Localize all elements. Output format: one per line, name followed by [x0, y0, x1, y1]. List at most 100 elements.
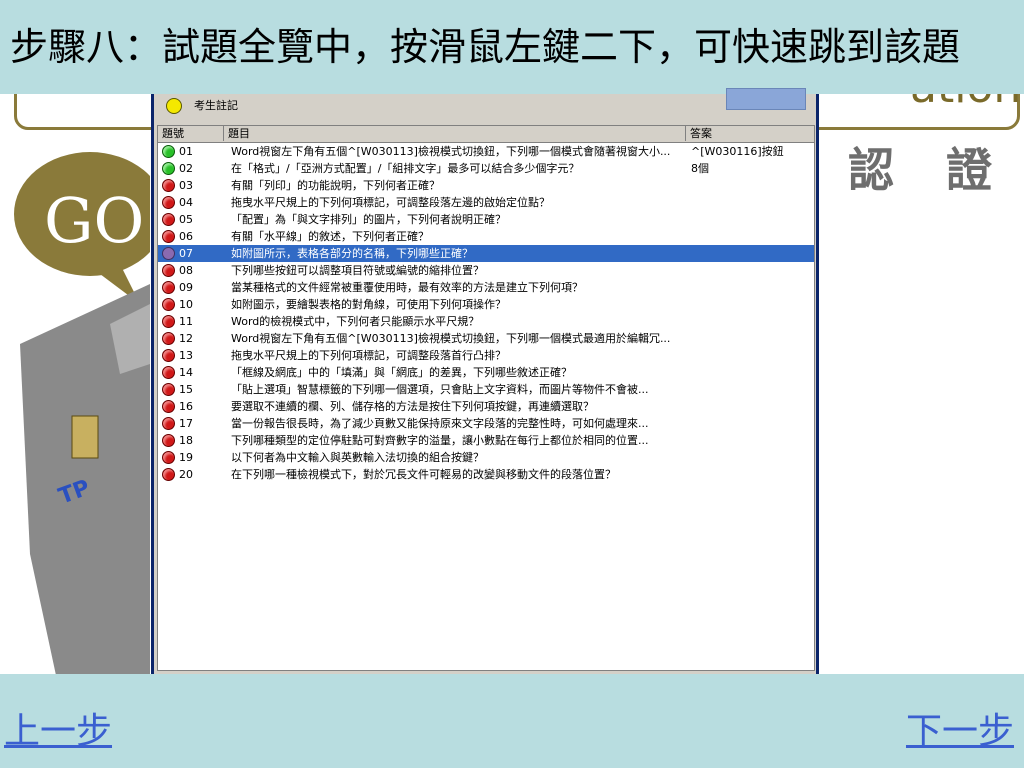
next-step-link[interactable]: 下一步	[906, 702, 1014, 754]
question-text: 下列哪種類型的定位停駐點可對齊數字的溢量，讓小數點在每行上都位於相同的位置...	[231, 434, 649, 447]
question-text: Word視窗左下角有五個^[W030113]檢視模式切換鈕，下列哪一個模式會隨著…	[231, 145, 671, 158]
question-number: 17	[179, 417, 193, 430]
question-text: 當一份報告很長時，為了減少頁數又能保持原來文字段落的完整性時，可如何處理來...	[231, 417, 649, 430]
question-number: 12	[179, 332, 193, 345]
status-green-icon	[162, 145, 175, 158]
status-red-icon	[162, 230, 175, 243]
question-row[interactable]: 08 下列哪些按鈕可以調整項目符號或編號的縮排位置？	[158, 262, 814, 279]
list-header: 題號 題目 答案	[158, 126, 814, 143]
question-number: 15	[179, 383, 193, 396]
question-number: 07	[179, 247, 193, 260]
navigation-band: 上一步 下一步	[0, 674, 1024, 768]
question-text: 如附圖所示，表格各部分的名稱，下列哪些正確？	[231, 247, 473, 260]
question-number: 01	[179, 145, 193, 158]
question-row[interactable]: 16 要選取不連續的欄、列、儲存格的方法是按住下列何項按鍵，再連續選取？	[158, 398, 814, 415]
question-text: 有關「水平線」的敘述，下列何者正確？	[231, 230, 429, 243]
question-row[interactable]: 11 Word的檢視模式中，下列何者只能顯示水平尺規？	[158, 313, 814, 330]
question-list[interactable]: 題號 題目 答案 01 Word視窗左下角有五個^[W030113]檢視模式切換鈕…	[157, 125, 815, 671]
status-red-icon	[162, 264, 175, 277]
column-header-answer[interactable]: 答案	[686, 126, 814, 141]
toolbar-button[interactable]	[726, 88, 806, 110]
question-row[interactable]: 10 如附圖示，要繪製表格的對角線，可使用下列何項操作？	[158, 296, 814, 313]
status-green-icon	[162, 162, 175, 175]
status-purple-icon	[162, 247, 175, 260]
question-number: 06	[179, 230, 193, 243]
question-text: 有關「列印」的功能說明，下列何者正確？	[231, 179, 440, 192]
status-red-icon	[162, 451, 175, 464]
status-red-icon	[162, 315, 175, 328]
question-number: 11	[179, 315, 193, 328]
question-number: 05	[179, 213, 193, 226]
question-number: 03	[179, 179, 193, 192]
question-row[interactable]: 06 有關「水平線」的敘述，下列何者正確？	[158, 228, 814, 245]
question-number: 16	[179, 400, 193, 413]
question-number: 10	[179, 298, 193, 311]
certification-text: 認 證	[848, 143, 1011, 197]
candidate-note-icon[interactable]	[166, 98, 182, 114]
status-red-icon	[162, 400, 175, 413]
question-text: 「框線及網底」中的「填滿」與「網底」的差異，下列哪些敘述正確？	[231, 366, 572, 379]
status-red-icon	[162, 383, 175, 396]
question-rows: 01 Word視窗左下角有五個^[W030113]檢視模式切換鈕，下列哪一個模式會…	[158, 143, 814, 483]
status-red-icon	[162, 349, 175, 362]
candidate-note-label: 考生註記	[194, 99, 238, 112]
status-red-icon	[162, 179, 175, 192]
status-red-icon	[162, 213, 175, 226]
question-text: Word的檢視模式中，下列何者只能顯示水平尺規？	[231, 315, 480, 328]
question-row[interactable]: 02 在「格式」/「亞洲方式配置」/「組排文字」最多可以結合多少個字元？ 8個	[158, 160, 814, 177]
status-red-icon	[162, 366, 175, 379]
title-band: 步驟八：試題全覽中，按滑鼠左鍵二下，可快速跳到該題	[0, 0, 1024, 94]
question-number: 04	[179, 196, 193, 209]
question-number: 13	[179, 349, 193, 362]
question-text: 拖曳水平尺規上的下列何項標記，可調整段落左邊的啟始定位點？	[231, 196, 550, 209]
exam-overview-window: 考生註記 題號 題目 答案 01 Word視窗左下角有五個^[W030113]檢視…	[151, 88, 819, 674]
status-red-icon	[162, 434, 175, 447]
question-row[interactable]: 04 拖曳水平尺規上的下列何項標記，可調整段落左邊的啟始定位點？	[158, 194, 814, 211]
toolbar: 考生註記	[154, 88, 816, 122]
question-text: 如附圖示，要繪製表格的對角線，可使用下列何項操作？	[231, 298, 506, 311]
column-header-question[interactable]: 題目	[224, 126, 686, 141]
status-red-icon	[162, 298, 175, 311]
question-text: 在「格式」/「亞洲方式配置」/「組排文字」最多可以結合多少個字元？	[231, 162, 580, 175]
status-red-icon	[162, 281, 175, 294]
question-number: 19	[179, 451, 193, 464]
background-top-right-banner: ation	[820, 94, 1020, 124]
status-red-icon	[162, 332, 175, 345]
status-red-icon	[162, 417, 175, 430]
question-row[interactable]: 01 Word視窗左下角有五個^[W030113]檢視模式切換鈕，下列哪一個模式會…	[158, 143, 814, 160]
question-text: Word視窗左下角有五個^[W030113]檢視模式切換鈕，下列哪一個模式最適用…	[231, 332, 671, 345]
question-row[interactable]: 13 拖曳水平尺規上的下列何項標記，可調整段落首行凸排？	[158, 347, 814, 364]
question-row[interactable]: 03 有關「列印」的功能說明，下列何者正確？	[158, 177, 814, 194]
question-number: 08	[179, 264, 193, 277]
mascot-illustration: GO TP	[14, 152, 150, 674]
previous-step-link[interactable]: 上一步	[4, 702, 112, 754]
question-answer: 8個	[691, 162, 709, 175]
question-row[interactable]: 07 如附圖所示，表格各部分的名稱，下列哪些正確？	[158, 245, 814, 262]
column-header-number[interactable]: 題號	[158, 126, 224, 141]
question-row[interactable]: 12 Word視窗左下角有五個^[W030113]檢視模式切換鈕，下列哪一個模式最…	[158, 330, 814, 347]
question-number: 14	[179, 366, 193, 379]
question-number: 20	[179, 468, 193, 481]
question-number: 18	[179, 434, 193, 447]
question-text: 「貼上選項」智慧標籤的下列哪一個選項，只會貼上文字資料，而圖片等物件不會被...	[231, 383, 649, 396]
question-row[interactable]: 19 以下何者為中文輸入與英數輸入法切換的組合按鍵？	[158, 449, 814, 466]
question-text: 「配置」為「與文字排列」的圖片，下列何者說明正確？	[231, 213, 506, 226]
question-row[interactable]: 09 當某種格式的文件經常被重覆使用時，最有效率的方法是建立下列何項？	[158, 279, 814, 296]
question-text: 要選取不連續的欄、列、儲存格的方法是按住下列何項按鍵，再連續選取？	[231, 400, 594, 413]
question-row[interactable]: 17 當一份報告很長時，為了減少頁數又能保持原來文字段落的完整性時，可如何處理來.…	[158, 415, 814, 432]
question-text: 當某種格式的文件經常被重覆使用時，最有效率的方法是建立下列何項？	[231, 281, 583, 294]
page-title: 步驟八：試題全覽中，按滑鼠左鍵二下，可快速跳到該題	[10, 25, 961, 69]
question-row[interactable]: 14 「框線及網底」中的「填滿」與「網底」的差異，下列哪些敘述正確？	[158, 364, 814, 381]
question-row[interactable]: 18 下列哪種類型的定位停駐點可對齊數字的溢量，讓小數點在每行上都位於相同的位置.…	[158, 432, 814, 449]
question-answer: ^[W030116]按鈕	[691, 145, 784, 158]
question-row[interactable]: 20 在下列哪一種檢視模式下，對於冗長文件可輕易的改變與移動文件的段落位置？	[158, 466, 814, 483]
question-text: 以下何者為中文輸入與英數輸入法切換的組合按鍵？	[231, 451, 484, 464]
question-text: 拖曳水平尺規上的下列何項標記，可調整段落首行凸排？	[231, 349, 506, 362]
question-number: 09	[179, 281, 193, 294]
question-number: 02	[179, 162, 193, 175]
question-row[interactable]: 15 「貼上選項」智慧標籤的下列哪一個選項，只會貼上文字資料，而圖片等物件不會被.…	[158, 381, 814, 398]
question-row[interactable]: 05 「配置」為「與文字排列」的圖片，下列何者說明正確？	[158, 211, 814, 228]
question-text: 在下列哪一種檢視模式下，對於冗長文件可輕易的改變與移動文件的段落位置？	[231, 468, 616, 481]
go-text: GO	[44, 184, 144, 257]
question-text: 下列哪些按鈕可以調整項目符號或編號的縮排位置？	[231, 264, 484, 277]
